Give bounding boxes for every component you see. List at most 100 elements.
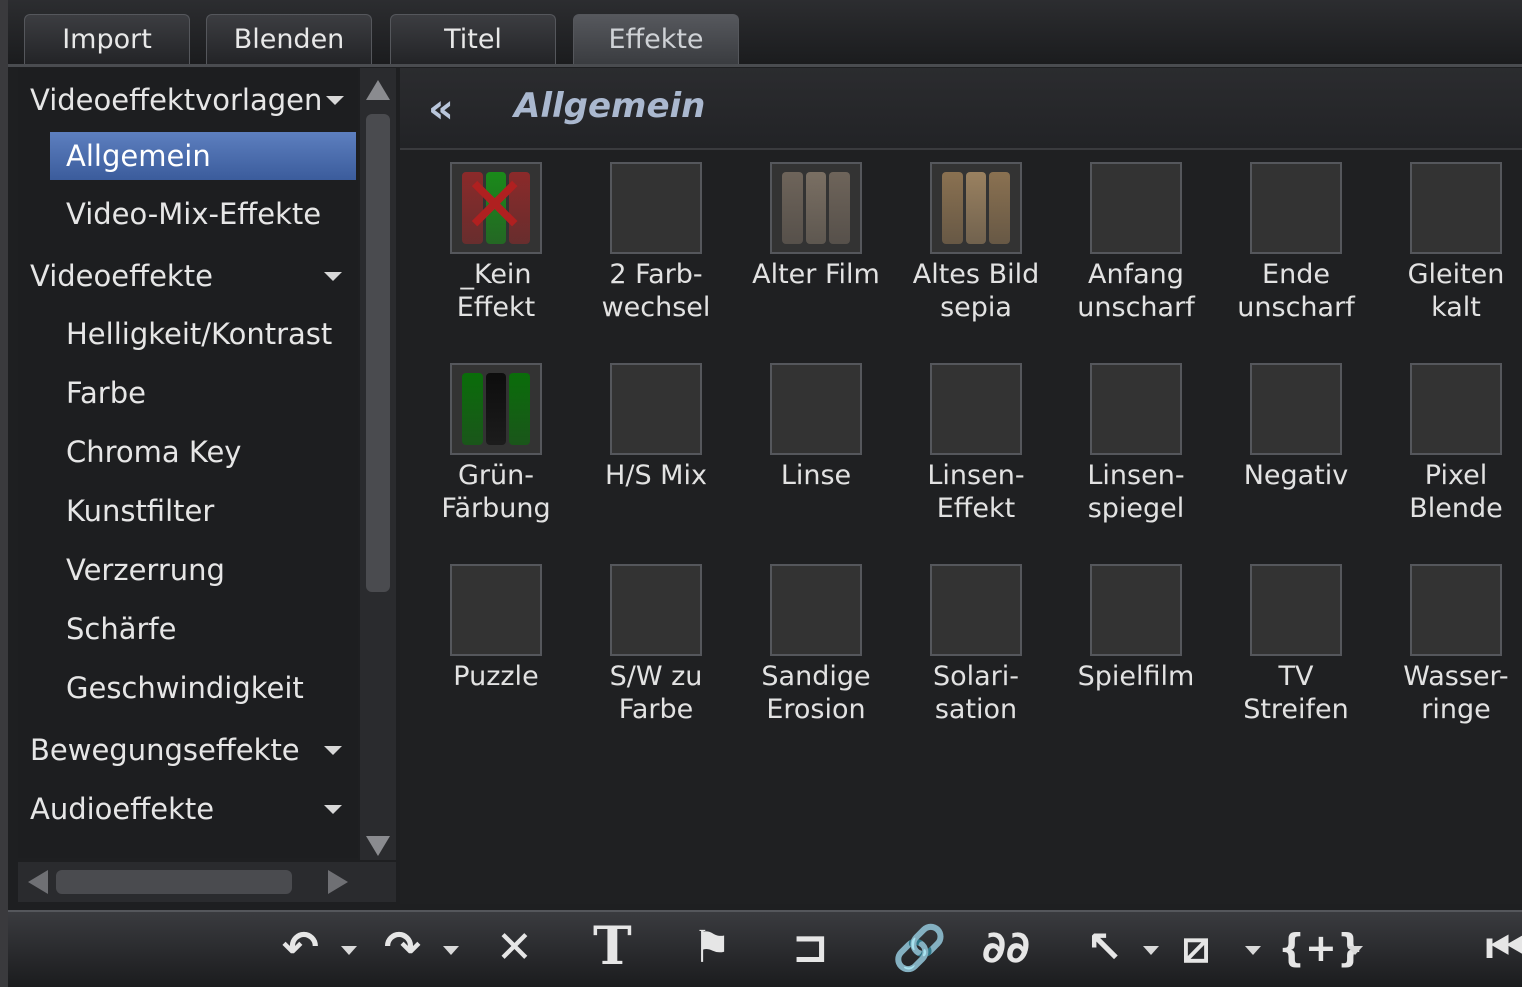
effect-tile[interactable]: S/W zu Farbe <box>576 564 736 754</box>
effect-label: 2 Farb- wechsel <box>601 259 711 323</box>
blur-end-icon <box>1250 162 1342 254</box>
effect-tile[interactable]: Gleiten kalt <box>1376 162 1522 352</box>
sand-erosion-icon <box>770 564 862 656</box>
tab-import[interactable]: Import <box>24 14 190 64</box>
razor-icon[interactable]: ⧄ <box>1182 922 1210 973</box>
lens-effect-icon <box>930 363 1022 455</box>
tree-item-verzerrung[interactable]: Verzerrung <box>18 546 358 594</box>
color-swap-icon <box>610 162 702 254</box>
tab-effekte[interactable]: Effekte <box>573 14 739 64</box>
effect-label: Negativ <box>1243 460 1349 491</box>
marker-icon[interactable]: ⚑ <box>692 922 731 973</box>
tree-category-videoeffektvorlagen[interactable]: Videoeffektvorlagen <box>18 76 358 124</box>
redo-icon[interactable]: ↷ <box>384 922 421 973</box>
tree-category-bewegungseffekte[interactable]: Bewegungseffekte <box>18 726 358 774</box>
effect-tile[interactable]: Pixel Blende <box>1376 363 1522 553</box>
effect-label: Puzzle <box>453 661 539 692</box>
tab-titel[interactable]: Titel <box>390 14 556 64</box>
tree-item-chroma-key[interactable]: Chroma Key <box>18 428 358 476</box>
effect-tile[interactable]: Alter Film <box>736 162 896 352</box>
tree-item-label: Audioeffekte <box>30 792 215 826</box>
lens-mirror-icon <box>1090 363 1182 455</box>
link-icon[interactable]: 🔗 <box>892 922 947 974</box>
effect-label: Linsen- Effekt <box>927 460 1025 524</box>
tv-stripes-icon <box>1250 564 1342 656</box>
tree-category-audioeffekte[interactable]: Audioeffekte <box>18 785 358 833</box>
tab-bar: Import Blenden Titel Effekte <box>8 0 1522 67</box>
scrollbar-thumb[interactable] <box>56 870 292 894</box>
chevron-down-icon[interactable] <box>443 946 459 955</box>
chevron-down-icon[interactable] <box>1245 946 1261 955</box>
chevron-down-icon[interactable] <box>324 271 342 281</box>
chevron-down-icon[interactable] <box>326 95 344 105</box>
puzzle-icon <box>450 564 542 656</box>
effect-tile[interactable]: Grün- Färbung <box>416 363 576 553</box>
effect-tile[interactable]: Negativ <box>1216 363 1376 553</box>
chevron-down-icon[interactable] <box>1143 946 1159 955</box>
effects-header: « Allgemein <box>400 68 1522 150</box>
mouse-mode-icon[interactable]: ↖ <box>1086 922 1123 973</box>
effect-tile[interactable]: Linse <box>736 363 896 553</box>
effect-label: Pixel Blende <box>1409 460 1503 524</box>
tree-item-label: Schärfe <box>66 612 177 646</box>
tree-category-videoeffekte[interactable]: Videoeffekte <box>18 252 358 300</box>
blur-start-icon <box>1090 162 1182 254</box>
tree-item-kunstfilter[interactable]: Kunstfilter <box>18 487 358 535</box>
effect-tile[interactable]: Spielfilm <box>1056 564 1216 754</box>
delete-icon[interactable]: ✕ <box>496 922 533 973</box>
tree-item-label: Chroma Key <box>66 435 242 469</box>
title-text-icon[interactable]: T <box>593 916 632 977</box>
effect-tile[interactable]: Wasser- ringe <box>1376 564 1522 754</box>
effect-label: Solari- sation <box>932 661 1020 725</box>
effect-tile[interactable]: TV Streifen <box>1216 564 1376 754</box>
green-tint-icon <box>450 363 542 455</box>
scroll-left-icon[interactable] <box>28 870 48 894</box>
effect-tile[interactable]: Sandige Erosion <box>736 564 896 754</box>
effect-label: Grün- Färbung <box>441 460 551 524</box>
effect-tile[interactable]: Linsen- spiegel <box>1056 363 1216 553</box>
tree-item-label: Videoeffekte <box>30 259 213 293</box>
effect-tile[interactable]: Altes Bild sepia <box>896 162 1056 352</box>
chevron-down-icon[interactable] <box>324 804 342 814</box>
tree-item-label: Kunstfilter <box>66 494 215 528</box>
tree-item-allgemein[interactable]: Allgemein <box>50 132 356 180</box>
double-chevron-left-icon[interactable]: « <box>428 86 454 132</box>
effect-tile[interactable]: H/S Mix <box>576 363 736 553</box>
tree-item-farbe[interactable]: Farbe <box>18 369 358 417</box>
chevron-down-icon[interactable] <box>341 946 357 955</box>
scroll-right-icon[interactable] <box>328 870 348 894</box>
feature-film-icon <box>1090 564 1182 656</box>
category-tree: Videoeffektvorlagen Allgemein Video-Mix-… <box>18 68 358 858</box>
no-effect-icon: ✕ <box>450 162 542 254</box>
tree-horizontal-scrollbar[interactable] <box>18 862 396 902</box>
chevron-down-icon[interactable] <box>1347 946 1363 955</box>
effect-tile[interactable]: Puzzle <box>416 564 576 754</box>
effect-label: Sandige Erosion <box>761 661 871 725</box>
negative-icon <box>1250 363 1342 455</box>
effect-tile[interactable]: 2 Farb- wechsel <box>576 162 736 352</box>
undo-icon[interactable]: ↶ <box>282 922 319 973</box>
effect-label: S/W zu Farbe <box>609 661 703 725</box>
section-title: Allgemein <box>514 86 706 126</box>
tree-item-video-mix-effekte[interactable]: Video-Mix-Effekte <box>18 190 358 238</box>
scroll-down-icon[interactable] <box>366 836 390 856</box>
effect-tile[interactable]: Anfang unscharf <box>1056 162 1216 352</box>
effect-tile[interactable]: ✕ _Kein Effekt <box>416 162 576 352</box>
scroll-up-icon[interactable] <box>366 80 390 100</box>
tab-blenden[interactable]: Blenden <box>206 14 372 64</box>
tree-vertical-scrollbar[interactable] <box>360 68 396 860</box>
effect-tile[interactable]: Ende unscharf <box>1216 162 1376 352</box>
group-icon[interactable]: ⊐ <box>792 922 829 973</box>
bw-to-color-icon <box>610 564 702 656</box>
unlink-icon[interactable]: ∂∂ <box>982 922 1030 973</box>
skip-to-start-icon[interactable]: ⏮ <box>1486 922 1522 973</box>
tree-item-label: Video-Mix-Effekte <box>66 197 322 231</box>
tree-item-label: Farbe <box>66 376 146 410</box>
effect-tile[interactable]: Solari- sation <box>896 564 1056 754</box>
tree-item-helligkeit-kontrast[interactable]: Helligkeit/Kontrast <box>18 310 358 358</box>
tree-item-schaerfe[interactable]: Schärfe <box>18 605 358 653</box>
tree-item-geschwindigkeit[interactable]: Geschwindigkeit <box>18 664 358 712</box>
chevron-down-icon[interactable] <box>324 745 342 755</box>
effect-tile[interactable]: Linsen- Effekt <box>896 363 1056 553</box>
scrollbar-thumb[interactable] <box>366 114 390 592</box>
